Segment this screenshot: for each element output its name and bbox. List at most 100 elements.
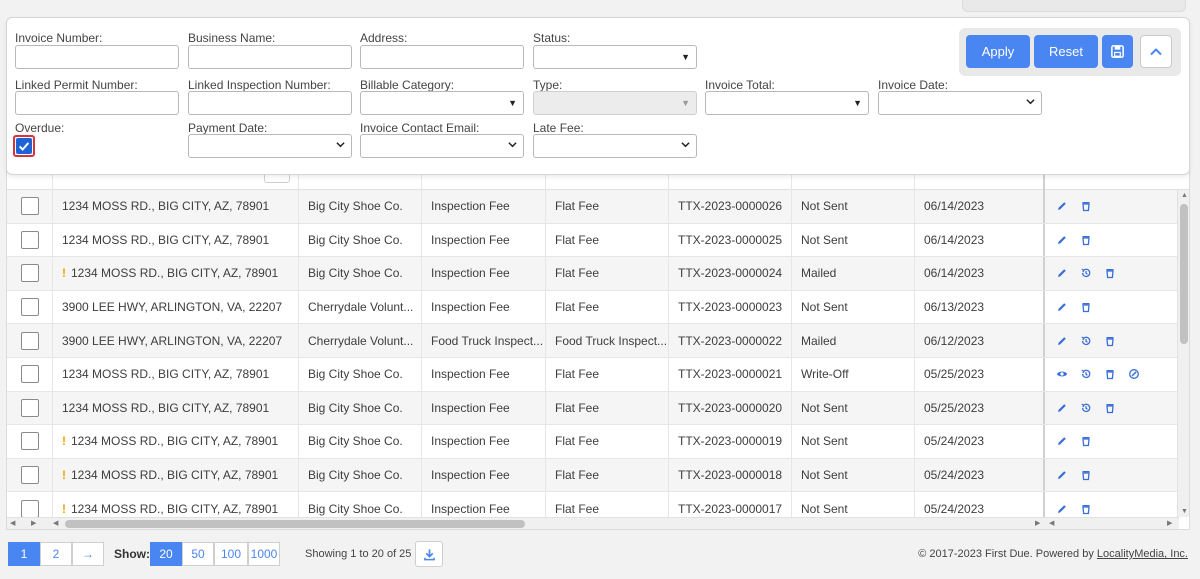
date-cell: 06/14/2023 [915, 257, 1045, 290]
reset-button[interactable]: Reset [1034, 35, 1098, 68]
page-button-1[interactable]: 1 [8, 542, 40, 566]
horizontal-scrollbar[interactable]: ◀ ▶ ◀ ▶ ◀ ▶ [7, 517, 1179, 529]
warning-icon: ! [62, 266, 66, 281]
linked-inspection-number-input[interactable] [188, 91, 352, 115]
history-icon[interactable] [1079, 266, 1093, 280]
row-checkbox[interactable] [20, 398, 39, 417]
type-cell: Flat Fee [546, 223, 669, 257]
row-checkbox[interactable] [20, 298, 39, 317]
table-row[interactable]: ! 1234 MOSS RD., BIG CITY, AZ, 78901 Big C… [7, 425, 1179, 459]
status-cell: Not Sent [792, 223, 915, 257]
vertical-scrollbar[interactable]: ▲ ▼ [1177, 190, 1189, 517]
edit-icon[interactable] [1055, 434, 1069, 448]
collapse-filters-button[interactable] [1140, 35, 1172, 68]
table-row[interactable]: ! 1234 MOSS RD., BIG CITY, AZ, 78901 Big C… [7, 492, 1179, 517]
status-cell: Not Sent [792, 425, 915, 458]
delete-icon[interactable] [1079, 233, 1093, 247]
edit-icon[interactable] [1055, 334, 1069, 348]
view-icon[interactable] [1055, 367, 1069, 381]
vertical-scroll-thumb[interactable] [1180, 204, 1188, 344]
business-cell: Big City Shoe Co. [299, 458, 422, 492]
delete-icon[interactable] [1079, 502, 1093, 516]
page-size-20[interactable]: 20 [150, 542, 182, 566]
row-checkbox[interactable] [20, 230, 39, 249]
row-checkbox[interactable] [20, 499, 39, 517]
history-icon[interactable] [1079, 334, 1093, 348]
type-select[interactable]: ▼ [533, 91, 697, 115]
delete-icon[interactable] [1079, 468, 1093, 482]
edit-icon[interactable] [1055, 468, 1069, 482]
edit-icon[interactable] [1055, 199, 1069, 213]
invoice-number-input[interactable] [15, 45, 179, 69]
edit-icon[interactable] [1055, 300, 1069, 314]
business-name-input[interactable] [188, 45, 352, 69]
status-select[interactable]: ▼ [533, 45, 697, 69]
copyright-text: © 2017-2023 First Due. Powered by [918, 548, 1097, 560]
edit-icon[interactable] [1055, 502, 1069, 516]
row-checkbox[interactable] [20, 432, 39, 451]
table-row[interactable]: 3900 LEE HWY, ARLINGTON, VA, 22207 Cherry… [7, 324, 1179, 358]
delete-icon[interactable] [1079, 199, 1093, 213]
invoice-contact-email-select[interactable] [360, 134, 524, 158]
apply-button[interactable]: Apply [966, 35, 1030, 68]
save-filter-button[interactable] [1102, 35, 1133, 68]
row-checkbox-cell [7, 257, 53, 290]
invoice-number-cell: TTX-2023-0000026 [669, 190, 792, 223]
row-checkbox[interactable] [20, 466, 39, 485]
history-icon[interactable] [1079, 401, 1093, 415]
edit-icon[interactable] [1055, 233, 1069, 247]
delete-icon[interactable] [1103, 401, 1117, 415]
history-icon[interactable] [1079, 367, 1093, 381]
page-button-2[interactable]: 2 [40, 542, 72, 566]
row-checkbox[interactable] [20, 197, 39, 216]
actions-cell [1045, 324, 1179, 357]
table-row[interactable]: ! 1234 MOSS RD., BIG CITY, AZ, 78901 Big C… [7, 458, 1179, 493]
horizontal-scroll-thumb[interactable] [65, 520, 525, 528]
undo-writeoff-icon[interactable] [1127, 367, 1141, 381]
edit-icon[interactable] [1055, 401, 1069, 415]
download-button[interactable] [415, 541, 443, 567]
actions-cell [1045, 459, 1179, 492]
date-cell: 06/14/2023 [915, 223, 1045, 257]
date-cell: 06/12/2023 [915, 324, 1045, 357]
category-cell: Inspection Fee [422, 257, 546, 290]
filter-actions: Apply Reset [959, 28, 1181, 76]
billable-category-select[interactable]: ▼ [360, 91, 524, 115]
delete-icon[interactable] [1079, 434, 1093, 448]
late-fee-select[interactable] [533, 134, 697, 158]
overdue-checkbox[interactable] [13, 135, 35, 157]
invoice-date-select[interactable] [878, 91, 1042, 115]
row-checkbox[interactable] [20, 331, 39, 350]
business-cell: Big City Shoe Co. [299, 391, 422, 425]
delete-icon[interactable] [1103, 266, 1117, 280]
date-cell: 05/25/2023 [915, 391, 1045, 425]
address-cell: 1234 MOSS RD., BIG CITY, AZ, 78901 [53, 223, 299, 257]
category-cell: Inspection Fee [422, 290, 546, 324]
delete-icon[interactable] [1103, 334, 1117, 348]
table-row[interactable]: 1234 MOSS RD., BIG CITY, AZ, 78901 Big Ci… [7, 190, 1179, 224]
page-size-50[interactable]: 50 [182, 542, 214, 566]
powered-by-link[interactable]: LocalityMedia, Inc. [1097, 548, 1188, 560]
page-size-100[interactable]: 100 [214, 542, 248, 566]
table-row[interactable]: 3900 LEE HWY, ARLINGTON, VA, 22207 Cherry… [7, 290, 1179, 325]
actions-cell [1045, 392, 1179, 425]
row-checkbox[interactable] [20, 365, 39, 384]
invoice-total-select[interactable]: ▼ [705, 91, 869, 115]
row-checkbox-cell [7, 492, 53, 517]
payment-date-select[interactable] [188, 134, 352, 158]
linked-permit-number-input[interactable] [15, 91, 179, 115]
table-row[interactable]: 1234 MOSS RD., BIG CITY, AZ, 78901 Big Ci… [7, 391, 1179, 426]
address-input[interactable] [360, 45, 524, 69]
row-checkbox[interactable] [20, 264, 39, 283]
invoice-number-cell: TTX-2023-0000025 [669, 223, 792, 257]
delete-icon[interactable] [1103, 367, 1117, 381]
address-cell: ! 1234 MOSS RD., BIG CITY, AZ, 78901 [53, 425, 299, 458]
edit-icon[interactable] [1055, 266, 1069, 280]
table-row[interactable]: 1234 MOSS RD., BIG CITY, AZ, 78901 Big Ci… [7, 223, 1179, 258]
next-page-button[interactable]: → [72, 542, 104, 566]
address-cell: ! 1234 MOSS RD., BIG CITY, AZ, 78901 [53, 492, 299, 517]
delete-icon[interactable] [1079, 300, 1093, 314]
table-row[interactable]: ! 1234 MOSS RD., BIG CITY, AZ, 78901 Big C… [7, 257, 1179, 291]
page-size-1000[interactable]: 1000 [248, 542, 280, 566]
table-row[interactable]: 1234 MOSS RD., BIG CITY, AZ, 78901 Big Ci… [7, 358, 1179, 392]
